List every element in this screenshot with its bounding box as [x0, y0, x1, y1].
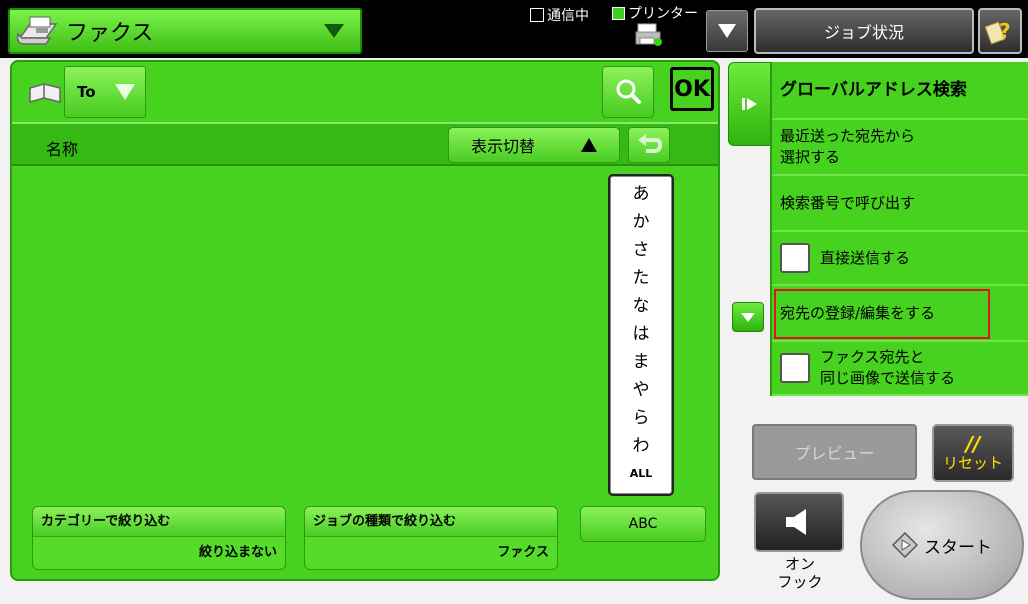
on-hook-label-line1: オン [784, 555, 815, 573]
abc-button[interactable]: ABC [580, 506, 706, 542]
action-panel-toggle[interactable] [728, 62, 772, 146]
kana-index-ya[interactable]: や [610, 376, 672, 404]
to-label: To [77, 83, 96, 101]
category-filter-title: カテゴリーで絞り込む [33, 507, 285, 537]
kana-index-ha[interactable]: は [610, 320, 672, 348]
job-type-filter-button[interactable]: ジョブの種類で絞り込む ファクス [304, 506, 558, 570]
preview-button[interactable]: プレビュー [752, 424, 917, 480]
comm-status-label: 通信中 [547, 8, 589, 24]
register-edit-destination-button[interactable]: 宛先の登録/編集をする [772, 286, 1028, 342]
global-address-search-label: グローバルアドレス検索 [780, 79, 967, 100]
start-button[interactable]: スタート [860, 490, 1024, 600]
svg-text:?: ? [999, 19, 1011, 43]
kana-index: あ か さ た な は ま や ら わ ALL [608, 174, 674, 496]
send-same-image-text: ファクス宛先と 同じ画像で送信する [820, 347, 955, 389]
mode-label: ファクス [66, 21, 154, 46]
search-button[interactable] [602, 66, 654, 118]
help-button[interactable]: ? [978, 8, 1022, 54]
chevron-down-icon [115, 84, 135, 100]
reset-label: リセット [942, 454, 1003, 472]
send-same-image-label-line1: ファクス宛先と [820, 348, 925, 366]
recent-destinations-label-line1: 最近送った宛先から [780, 127, 916, 145]
on-hook-label: オン フック [754, 555, 846, 591]
send-same-image-label-line2: 同じ画像で送信する [820, 369, 956, 387]
mode-select[interactable]: ファクス [8, 8, 362, 54]
preview-label: プレビュー [794, 444, 875, 463]
recent-destinations-label-line2: 選択する [780, 148, 841, 166]
kana-index-ma[interactable]: ま [610, 348, 672, 376]
job-status-button[interactable]: ジョブ状況 [754, 8, 974, 54]
printer-status-indicator [612, 6, 625, 20]
column-name-header: 名称 [46, 140, 79, 159]
chevron-down-icon [741, 313, 755, 322]
back-button[interactable] [628, 127, 670, 163]
kana-index-all[interactable]: ALL [610, 460, 672, 488]
checkbox-unchecked-icon [780, 353, 810, 383]
direct-send-checkbox[interactable]: 直接送信する [772, 232, 1028, 286]
panel-collapse-icon [742, 98, 757, 110]
category-filter-button[interactable]: カテゴリーで絞り込む 絞り込まない [32, 506, 286, 570]
address-book-icon [29, 83, 61, 103]
printer-status: プリンター [612, 3, 698, 23]
kana-index-wa[interactable]: わ [610, 432, 672, 460]
on-hook-button[interactable] [754, 492, 844, 552]
scroll-down-button[interactable] [732, 302, 764, 332]
undo-arrow-icon [638, 134, 662, 153]
start-label: スタート [924, 537, 992, 558]
to-select[interactable]: To [64, 66, 146, 118]
fax-icon [16, 16, 58, 45]
abc-label: ABC [628, 516, 658, 532]
chevron-down-icon [324, 24, 344, 38]
kana-index-ra[interactable]: ら [610, 404, 672, 432]
action-panel: グローバルアドレス検索 最近送った宛先から 選択する 検索番号で呼び出す 直接送… [770, 62, 1028, 396]
on-hook-label-line2: フック [777, 573, 823, 591]
chevron-down-icon [718, 24, 736, 38]
register-edit-destination-label: 宛先の登録/編集をする [780, 303, 936, 322]
send-same-image-checkbox[interactable]: ファクス宛先と 同じ画像で送信する [772, 342, 1028, 396]
ok-label: OK [674, 76, 710, 102]
search-icon [616, 79, 641, 104]
display-toggle-button[interactable]: 表示切替 [448, 127, 620, 163]
printer-icon [635, 23, 662, 46]
recall-by-search-number-label: 検索番号で呼び出す [780, 193, 916, 212]
help-icon: ? [985, 19, 1011, 45]
address-book-panel: To OK 名称 表示切替 あ か さ た な は ま や ら わ ALL カテ… [10, 60, 720, 581]
status-dropdown-button[interactable] [706, 10, 748, 52]
display-toggle-label: 表示切替 [470, 137, 535, 156]
recall-by-search-number-button[interactable]: 検索番号で呼び出す [772, 176, 1028, 232]
comm-status: 通信中 [530, 5, 589, 25]
ok-button[interactable]: OK [670, 67, 714, 111]
kana-index-na[interactable]: な [610, 292, 672, 320]
list-header: 名称 表示切替 [12, 122, 718, 166]
kana-index-ta[interactable]: た [610, 264, 672, 292]
kana-index-ka[interactable]: か [610, 208, 672, 236]
recent-destinations-button[interactable]: 最近送った宛先から 選択する [772, 120, 1028, 176]
printer-status-label: プリンター [628, 6, 698, 22]
job-type-filter-title: ジョブの種類で絞り込む [305, 507, 557, 537]
reset-button[interactable]: // リセット [932, 424, 1014, 482]
triangle-up-icon [581, 138, 597, 152]
kana-index-sa[interactable]: さ [610, 236, 672, 264]
top-bar: ファクス 通信中 プリンター ジョブ状況 ? [0, 0, 1028, 58]
start-icon [892, 532, 918, 558]
job-type-filter-value: ファクス [497, 545, 549, 560]
checkbox-unchecked-icon [780, 243, 810, 273]
global-address-search-button[interactable]: グローバルアドレス検索 [772, 62, 1028, 120]
category-filter-value: 絞り込まない [198, 545, 277, 560]
job-status-label: ジョブ状況 [823, 23, 904, 42]
direct-send-label: 直接送信する [820, 248, 911, 267]
speaker-icon [786, 509, 806, 535]
kana-index-a[interactable]: あ [610, 180, 672, 208]
comm-status-indicator [530, 8, 544, 22]
reset-symbol: // [965, 432, 981, 456]
